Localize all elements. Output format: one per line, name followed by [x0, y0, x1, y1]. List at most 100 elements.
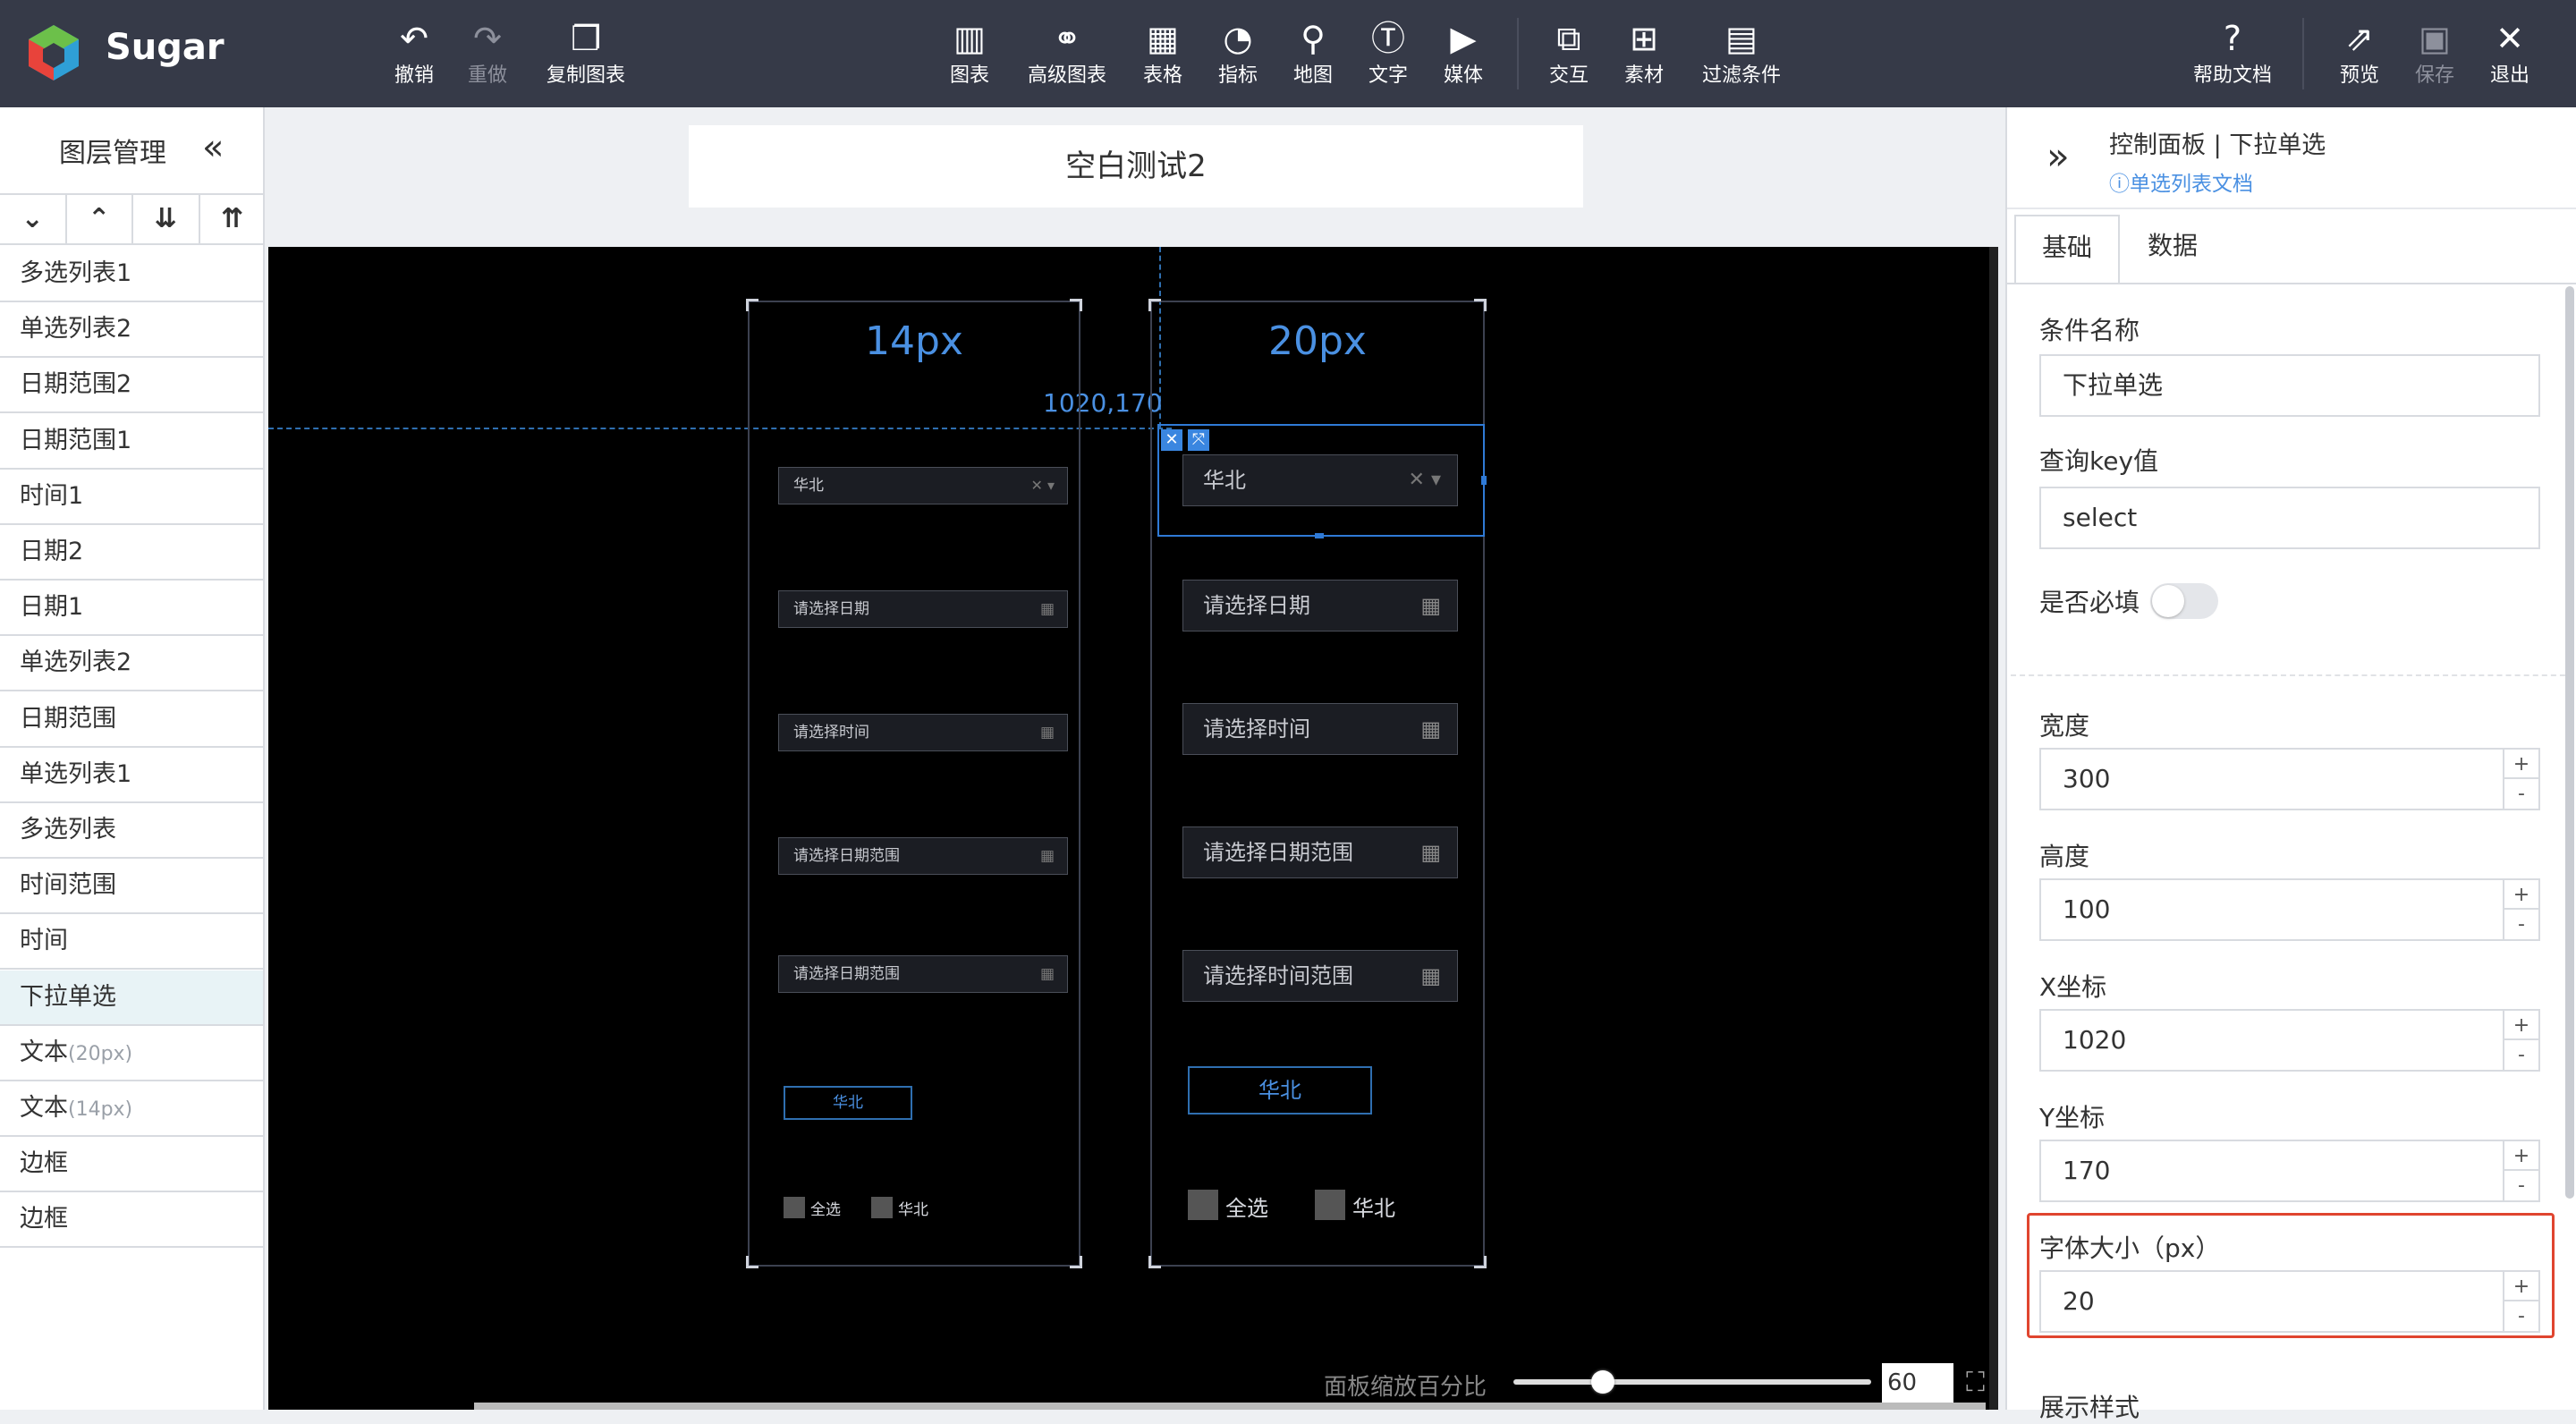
plus-icon[interactable]: +	[2504, 1141, 2538, 1171]
plus-icon[interactable]: +	[2504, 1272, 2538, 1301]
table-button[interactable]: ▦ 表格	[1134, 16, 1191, 97]
minus-icon[interactable]: -	[2504, 1040, 2538, 1070]
border-frame-14[interactable]	[748, 301, 1080, 1267]
height-input[interactable]: 100 + -	[2039, 878, 2540, 941]
save-button[interactable]: ▣ 保存	[2406, 16, 2463, 97]
layer-item[interactable]: 多选列表	[0, 803, 263, 859]
filter-button[interactable]: ▤ 过滤条件	[1692, 16, 1791, 97]
zoom-slider-thumb[interactable]	[1591, 1370, 1614, 1394]
height-stepper[interactable]: + -	[2503, 880, 2538, 939]
layer-item[interactable]: 单选列表1	[0, 748, 263, 803]
material-button[interactable]: ⊞ 素材	[1615, 16, 1673, 97]
minus-icon[interactable]: -	[2504, 779, 2538, 809]
time-range-picker-20[interactable]: 请选择时间范围 ▦	[1182, 950, 1458, 1002]
move-bottom-icon[interactable]: ⇊	[133, 195, 200, 243]
time-picker-14[interactable]: 请选择时间 ▦	[778, 714, 1068, 751]
resize-handle[interactable]	[1315, 533, 1324, 538]
minus-icon[interactable]: -	[2504, 1171, 2538, 1200]
layer-item[interactable]: 时间1	[0, 470, 263, 525]
undo-button[interactable]: ↶ 撤销	[383, 16, 445, 97]
move-down-icon[interactable]: ⌄	[0, 195, 67, 243]
layer-item[interactable]: 文本(14px)	[0, 1081, 263, 1137]
minus-icon[interactable]: -	[2504, 1301, 2538, 1331]
expand-right-icon[interactable]: »	[2046, 134, 2070, 178]
doc-link[interactable]: ⓘ单选列表文档	[2109, 166, 2253, 197]
dropdown-select-20[interactable]: 华北 ✕ ▾	[1182, 454, 1458, 506]
advanced-chart-button[interactable]: ⚭ 高级图表	[1020, 16, 1114, 97]
external-link-icon: ⇗	[2345, 19, 2374, 58]
layer-item[interactable]: 日期范围1	[0, 414, 263, 470]
indicator-button[interactable]: ◔ 指标	[1209, 16, 1267, 97]
plus-icon[interactable]: +	[2504, 1011, 2538, 1040]
delete-component-icon[interactable]: ✕	[1161, 429, 1182, 451]
required-toggle[interactable]	[2150, 583, 2218, 619]
layer-item[interactable]: 时间	[0, 914, 263, 971]
date-range-picker-14b[interactable]: 请选择日期范围 ▦	[778, 955, 1068, 993]
tab-data[interactable]: 数据	[2120, 215, 2225, 283]
plus-icon[interactable]: +	[2504, 750, 2538, 779]
date-picker-14[interactable]: 请选择日期 ▦	[778, 590, 1068, 628]
fullscreen-component-icon[interactable]: ⤧	[1188, 429, 1209, 451]
copy-chart-button[interactable]: ❐ 复制图表	[537, 16, 635, 97]
layer-item[interactable]: 日期范围2	[0, 358, 263, 414]
dashboard-title[interactable]: 空白测试2	[689, 125, 1583, 208]
y-input[interactable]: 170 + -	[2039, 1140, 2540, 1202]
media-button[interactable]: ▶ 媒体	[1435, 16, 1492, 97]
date-picker-20[interactable]: 请选择日期 ▦	[1182, 580, 1458, 631]
layer-item[interactable]: 日期范围	[0, 692, 263, 748]
fullscreen-icon[interactable]: ⛶	[1966, 1367, 1985, 1398]
exit-button[interactable]: ✕ 退出	[2481, 16, 2538, 97]
tab-basic[interactable]: 基础	[2014, 215, 2120, 283]
width-input[interactable]: 300 + -	[2039, 748, 2540, 810]
interaction-button[interactable]: ⧉ 交互	[1540, 16, 1597, 97]
x-stepper[interactable]: + -	[2503, 1011, 2538, 1070]
font-size-input[interactable]: 20 + -	[2039, 1270, 2540, 1333]
layer-item[interactable]: 日期2	[0, 525, 263, 581]
layer-item[interactable]: 多选列表1	[0, 247, 263, 302]
layer-item[interactable]: 文本(20px)	[0, 1026, 263, 1081]
help-doc-button[interactable]: ? 帮助文档	[2188, 16, 2277, 97]
design-canvas[interactable]: 1020,170 14px 华北 ✕ ▾ 请选择日期 ▦ 请选择时间 ▦ 请选择…	[268, 247, 1998, 1410]
clear-dropdown-icon[interactable]: ✕ ▾	[1409, 455, 1441, 505]
radio-option-14[interactable]: 华北	[784, 1086, 912, 1120]
clear-dropdown-icon[interactable]: ✕ ▾	[1030, 468, 1055, 504]
radio-option-20[interactable]: 华北	[1188, 1066, 1372, 1115]
x-input[interactable]: 1020 + -	[2039, 1009, 2540, 1072]
move-up-icon[interactable]: ⌃	[67, 195, 133, 243]
resize-handle[interactable]	[1481, 476, 1487, 485]
checkbox-north-20[interactable]	[1315, 1190, 1345, 1220]
preview-button[interactable]: ⇗ 预览	[2331, 16, 2388, 97]
zoom-input[interactable]: 60	[1882, 1363, 1953, 1403]
redo-button[interactable]: ↷ 重做	[456, 16, 519, 97]
collapse-left-icon[interactable]: «	[202, 127, 224, 168]
panel-scrollbar[interactable]	[2565, 286, 2574, 1199]
dropdown-select-14[interactable]: 华北 ✕ ▾	[778, 467, 1068, 504]
layer-item[interactable]: 时间范围	[0, 859, 263, 915]
name-input[interactable]: 下拉单选	[2039, 354, 2540, 417]
layer-item[interactable]: 单选列表2	[0, 636, 263, 692]
canvas-vertical-scrollbar[interactable]	[1989, 247, 1998, 1410]
font-size-stepper[interactable]: + -	[2503, 1272, 2538, 1331]
move-top-icon[interactable]: ⇈	[200, 195, 266, 243]
map-button[interactable]: ⚲ 地图	[1284, 16, 1342, 97]
text-button[interactable]: Ⓣ 文字	[1360, 16, 1417, 97]
checkbox-all-20[interactable]	[1188, 1190, 1218, 1220]
layer-item[interactable]: 日期1	[0, 581, 263, 637]
checkbox-all-14[interactable]	[784, 1197, 805, 1218]
layer-item[interactable]: 下拉单选	[0, 970, 263, 1026]
layer-item[interactable]: 边框	[0, 1192, 263, 1249]
layer-item[interactable]: 边框	[0, 1137, 263, 1193]
layer-item[interactable]: 单选列表2	[0, 302, 263, 359]
width-stepper[interactable]: + -	[2503, 750, 2538, 809]
y-stepper[interactable]: + -	[2503, 1141, 2538, 1200]
minus-icon[interactable]: -	[2504, 910, 2538, 939]
date-range-picker-14[interactable]: 请选择日期范围 ▦	[778, 837, 1068, 875]
canvas-horizontal-scrollbar[interactable]	[474, 1403, 1986, 1410]
checkbox-north-14[interactable]	[871, 1197, 893, 1218]
time-picker-20[interactable]: 请选择时间 ▦	[1182, 703, 1458, 755]
date-range-picker-20[interactable]: 请选择日期范围 ▦	[1182, 826, 1458, 878]
chart-button[interactable]: ▥ 图表	[941, 16, 998, 97]
zoom-slider-track[interactable]	[1513, 1370, 1871, 1394]
plus-icon[interactable]: +	[2504, 880, 2538, 910]
key-input[interactable]: select	[2039, 487, 2540, 549]
